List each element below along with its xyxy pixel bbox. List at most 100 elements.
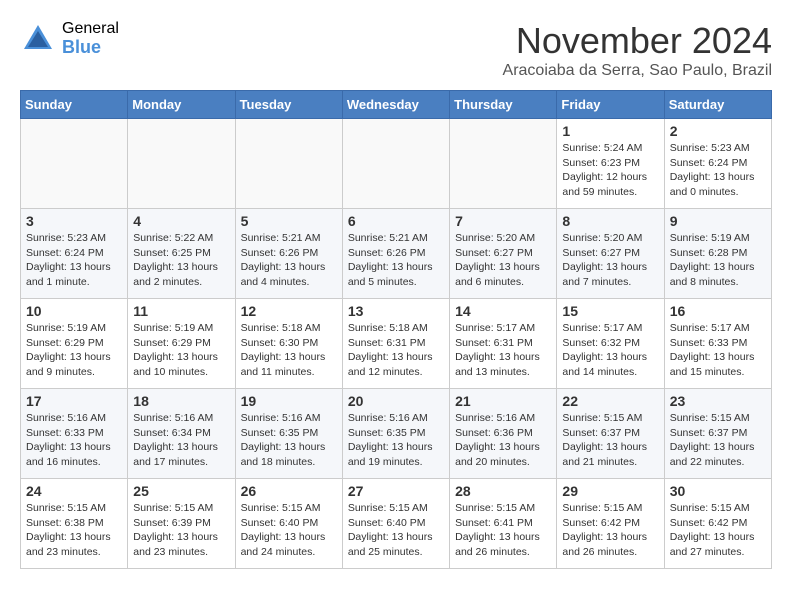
calendar-cell: 17 Sunrise: 5:16 AM Sunset: 6:33 PM Dayli… [21, 389, 128, 479]
day-info: Sunrise: 5:19 AM Sunset: 6:29 PM Dayligh… [133, 321, 229, 380]
calendar-cell [342, 119, 449, 209]
header-saturday: Saturday [664, 91, 771, 119]
day-info: Sunrise: 5:15 AM Sunset: 6:40 PM Dayligh… [348, 501, 444, 560]
day-number: 29 [562, 483, 658, 499]
day-info: Sunrise: 5:18 AM Sunset: 6:31 PM Dayligh… [348, 321, 444, 380]
day-number: 23 [670, 393, 766, 409]
calendar-cell: 9 Sunrise: 5:19 AM Sunset: 6:28 PM Daylig… [664, 209, 771, 299]
calendar-cell: 3Sunrise: 5:23 AM Sunset: 6:24 PM Daylig… [21, 209, 128, 299]
calendar-cell: 25Sunrise: 5:15 AM Sunset: 6:39 PM Dayli… [128, 479, 235, 569]
logo: General Blue [20, 20, 119, 57]
calendar-cell: 7Sunrise: 5:20 AM Sunset: 6:27 PM Daylig… [450, 209, 557, 299]
day-number: 10 [26, 303, 122, 319]
header-sunday: Sunday [21, 91, 128, 119]
calendar-cell: 12 Sunrise: 5:18 AM Sunset: 6:30 PM Dayli… [235, 299, 342, 389]
day-info: Sunrise: 5:16 AM Sunset: 6:34 PM Dayligh… [133, 411, 229, 470]
day-info: Sunrise: 5:15 AM Sunset: 6:37 PM Dayligh… [670, 411, 766, 470]
calendar-cell [235, 119, 342, 209]
header: General Blue November 2024 Aracoiaba da … [20, 20, 772, 80]
day-info: Sunrise: 5:15 AM Sunset: 6:42 PM Dayligh… [670, 501, 766, 560]
calendar-row-3: 10 Sunrise: 5:19 AM Sunset: 6:29 PM Dayli… [21, 299, 772, 389]
calendar-cell [450, 119, 557, 209]
day-info: Sunrise: 5:16 AM Sunset: 6:35 PM Dayligh… [348, 411, 444, 470]
day-info: Sunrise: 5:19 AM Sunset: 6:28 PM Dayligh… [670, 231, 766, 290]
calendar-cell: 8Sunrise: 5:20 AM Sunset: 6:27 PM Daylig… [557, 209, 664, 299]
day-info: Sunrise: 5:17 AM Sunset: 6:32 PM Dayligh… [562, 321, 658, 380]
day-number: 20 [348, 393, 444, 409]
calendar-cell: 15 Sunrise: 5:17 AM Sunset: 6:32 PM Dayli… [557, 299, 664, 389]
calendar-row-5: 24Sunrise: 5:15 AM Sunset: 6:38 PM Dayli… [21, 479, 772, 569]
calendar-row-4: 17 Sunrise: 5:16 AM Sunset: 6:33 PM Dayli… [21, 389, 772, 479]
calendar-cell: 13Sunrise: 5:18 AM Sunset: 6:31 PM Dayli… [342, 299, 449, 389]
day-number: 17 [26, 393, 122, 409]
day-number: 12 [241, 303, 337, 319]
day-info: Sunrise: 5:21 AM Sunset: 6:26 PM Dayligh… [348, 231, 444, 290]
header-thursday: Thursday [450, 91, 557, 119]
calendar-cell: 23 Sunrise: 5:15 AM Sunset: 6:37 PM Dayli… [664, 389, 771, 479]
day-number: 21 [455, 393, 551, 409]
day-info: Sunrise: 5:23 AM Sunset: 6:24 PM Dayligh… [26, 231, 122, 290]
calendar-cell: 14 Sunrise: 5:17 AM Sunset: 6:31 PM Dayli… [450, 299, 557, 389]
subtitle: Aracoiaba da Serra, Sao Paulo, Brazil [503, 62, 772, 80]
day-number: 15 [562, 303, 658, 319]
logo-icon [20, 21, 56, 57]
calendar-cell: 29Sunrise: 5:15 AM Sunset: 6:42 PM Dayli… [557, 479, 664, 569]
day-info: Sunrise: 5:24 AM Sunset: 6:23 PM Dayligh… [562, 141, 658, 200]
calendar-cell: 21 Sunrise: 5:16 AM Sunset: 6:36 PM Dayli… [450, 389, 557, 479]
day-info: Sunrise: 5:19 AM Sunset: 6:29 PM Dayligh… [26, 321, 122, 380]
day-info: Sunrise: 5:22 AM Sunset: 6:25 PM Dayligh… [133, 231, 229, 290]
day-number: 22 [562, 393, 658, 409]
month-title: November 2024 [503, 20, 772, 62]
day-info: Sunrise: 5:23 AM Sunset: 6:24 PM Dayligh… [670, 141, 766, 200]
day-number: 28 [455, 483, 551, 499]
calendar-cell: 1 Sunrise: 5:24 AM Sunset: 6:23 PM Daylig… [557, 119, 664, 209]
day-number: 27 [348, 483, 444, 499]
calendar-cell: 27 Sunrise: 5:15 AM Sunset: 6:40 PM Dayli… [342, 479, 449, 569]
day-info: Sunrise: 5:15 AM Sunset: 6:38 PM Dayligh… [26, 501, 122, 560]
calendar-cell [21, 119, 128, 209]
day-info: Sunrise: 5:20 AM Sunset: 6:27 PM Dayligh… [562, 231, 658, 290]
day-info: Sunrise: 5:17 AM Sunset: 6:31 PM Dayligh… [455, 321, 551, 380]
calendar-cell [128, 119, 235, 209]
calendar-cell: 19Sunrise: 5:16 AM Sunset: 6:35 PM Dayli… [235, 389, 342, 479]
calendar-row-1: 1 Sunrise: 5:24 AM Sunset: 6:23 PM Daylig… [21, 119, 772, 209]
header-friday: Friday [557, 91, 664, 119]
calendar-table: SundayMondayTuesdayWednesdayThursdayFrid… [20, 90, 772, 569]
day-number: 11 [133, 303, 229, 319]
day-info: Sunrise: 5:21 AM Sunset: 6:26 PM Dayligh… [241, 231, 337, 290]
day-number: 1 [562, 123, 658, 139]
day-number: 16 [670, 303, 766, 319]
day-number: 4 [133, 213, 229, 229]
logo-text: General Blue [62, 20, 119, 57]
day-number: 18 [133, 393, 229, 409]
calendar-cell: 24Sunrise: 5:15 AM Sunset: 6:38 PM Dayli… [21, 479, 128, 569]
calendar-cell: 11 Sunrise: 5:19 AM Sunset: 6:29 PM Dayli… [128, 299, 235, 389]
day-info: Sunrise: 5:15 AM Sunset: 6:40 PM Dayligh… [241, 501, 337, 560]
day-info: Sunrise: 5:16 AM Sunset: 6:33 PM Dayligh… [26, 411, 122, 470]
calendar-cell: 26 Sunrise: 5:15 AM Sunset: 6:40 PM Dayli… [235, 479, 342, 569]
day-number: 5 [241, 213, 337, 229]
calendar-cell: 5 Sunrise: 5:21 AM Sunset: 6:26 PM Daylig… [235, 209, 342, 299]
calendar-cell: 10 Sunrise: 5:19 AM Sunset: 6:29 PM Dayli… [21, 299, 128, 389]
day-number: 6 [348, 213, 444, 229]
calendar-header-row: SundayMondayTuesdayWednesdayThursdayFrid… [21, 91, 772, 119]
calendar-cell: 18 Sunrise: 5:16 AM Sunset: 6:34 PM Dayli… [128, 389, 235, 479]
day-info: Sunrise: 5:16 AM Sunset: 6:36 PM Dayligh… [455, 411, 551, 470]
calendar-cell: 20 Sunrise: 5:16 AM Sunset: 6:35 PM Dayli… [342, 389, 449, 479]
day-number: 14 [455, 303, 551, 319]
day-info: Sunrise: 5:17 AM Sunset: 6:33 PM Dayligh… [670, 321, 766, 380]
day-number: 19 [241, 393, 337, 409]
day-info: Sunrise: 5:18 AM Sunset: 6:30 PM Dayligh… [241, 321, 337, 380]
day-number: 26 [241, 483, 337, 499]
calendar-cell: 30 Sunrise: 5:15 AM Sunset: 6:42 PM Dayli… [664, 479, 771, 569]
day-number: 9 [670, 213, 766, 229]
day-number: 7 [455, 213, 551, 229]
calendar-row-2: 3Sunrise: 5:23 AM Sunset: 6:24 PM Daylig… [21, 209, 772, 299]
logo-general: General [62, 20, 119, 38]
day-info: Sunrise: 5:15 AM Sunset: 6:41 PM Dayligh… [455, 501, 551, 560]
calendar-cell: 4 Sunrise: 5:22 AM Sunset: 6:25 PM Daylig… [128, 209, 235, 299]
header-tuesday: Tuesday [235, 91, 342, 119]
title-area: November 2024 Aracoiaba da Serra, Sao Pa… [503, 20, 772, 80]
day-number: 30 [670, 483, 766, 499]
day-info: Sunrise: 5:15 AM Sunset: 6:37 PM Dayligh… [562, 411, 658, 470]
